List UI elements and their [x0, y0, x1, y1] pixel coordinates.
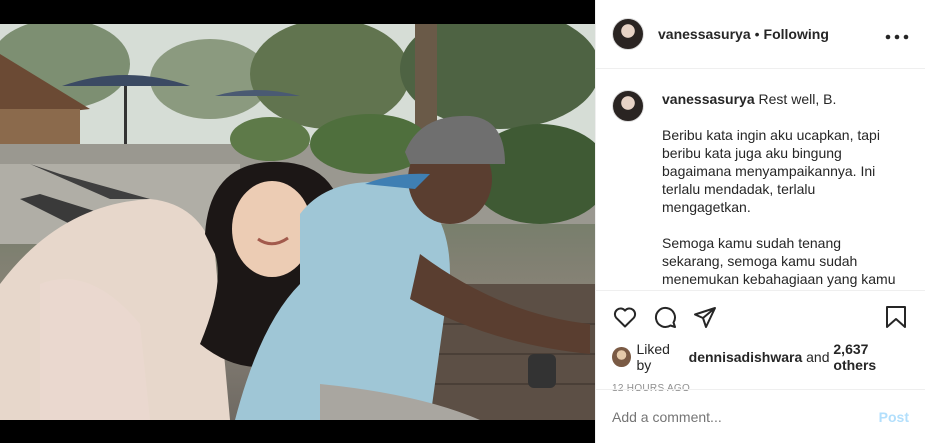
header-separator: •	[754, 26, 760, 42]
author-avatar[interactable]	[612, 18, 644, 50]
likes-conjunction: and	[806, 349, 830, 365]
post-photo-illustration	[0, 24, 595, 420]
post-comment-button[interactable]: Post	[879, 409, 909, 425]
liker-avatar[interactable]	[612, 347, 631, 367]
likes-count[interactable]: 2,637 others	[833, 341, 909, 373]
caption-row: vanessasurya Rest well, B. Beribu kata i…	[612, 90, 909, 290]
liker-username[interactable]: dennisadishwara	[689, 349, 803, 365]
post-actions: Liked by dennisadishwara and 2,637 other…	[596, 290, 925, 394]
post-photo[interactable]	[0, 24, 595, 420]
comment-icon[interactable]	[652, 304, 678, 330]
photo-pane	[0, 0, 595, 443]
action-icon-row	[612, 303, 909, 331]
following-button[interactable]: Following	[764, 26, 829, 42]
caption-avatar[interactable]	[612, 90, 644, 122]
bookmark-icon[interactable]	[883, 304, 909, 330]
post-side-panel: vanessasurya • Following vanessasurya Re…	[595, 0, 925, 443]
caption-first-line: Rest well, B.	[758, 91, 837, 107]
author-username[interactable]: vanessasurya	[658, 26, 751, 42]
likes-prefix: Liked by	[636, 341, 670, 373]
post-header: vanessasurya • Following	[596, 0, 925, 69]
caption-username[interactable]: vanessasurya	[662, 91, 755, 107]
caption-body: vanessasurya Rest well, B. Beribu kata i…	[662, 90, 906, 290]
caption-area: vanessasurya Rest well, B. Beribu kata i…	[596, 70, 925, 290]
caption-paragraph: Beribu kata ingin aku ucapkan, tapi beri…	[662, 127, 880, 215]
comment-bar: Post	[596, 389, 925, 443]
likes-row: Liked by dennisadishwara and 2,637 other…	[612, 341, 909, 373]
comment-input[interactable]	[612, 408, 879, 425]
caption-paragraph: Semoga kamu sudah tenang sekarang, semog…	[662, 235, 896, 290]
more-options-icon[interactable]	[885, 24, 909, 45]
paper-plane-icon[interactable]	[692, 304, 718, 330]
heart-icon[interactable]	[612, 304, 638, 330]
